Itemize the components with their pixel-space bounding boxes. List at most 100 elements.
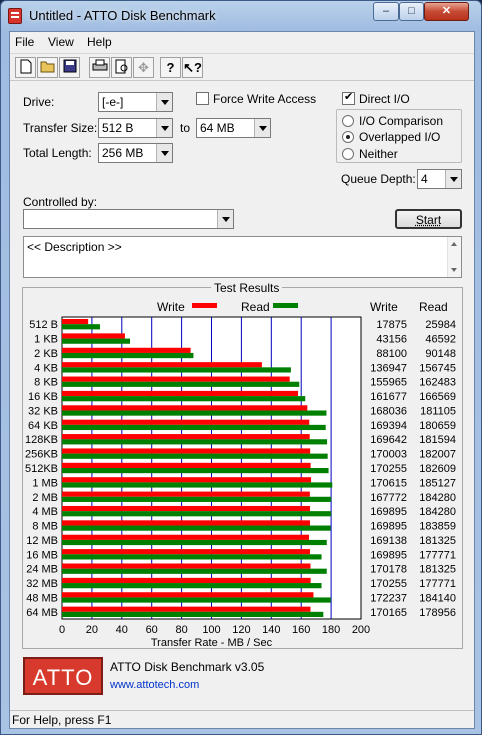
write-bar: [62, 319, 89, 325]
write-bar: [62, 362, 262, 368]
read-value: 184140: [419, 592, 456, 604]
read-bar: [62, 338, 131, 344]
write-bar: [62, 577, 311, 584]
category-label: 4 MB: [32, 506, 58, 518]
read-value: 181594: [419, 434, 456, 446]
x-tick-label: 200: [352, 624, 370, 636]
write-bar: [62, 606, 311, 612]
write-bar: [62, 592, 314, 598]
app-icon: [8, 8, 22, 24]
write-bar: [62, 520, 311, 526]
category-label: 24 MB: [26, 564, 58, 576]
app-window: Untitled - ATTO Disk Benchmark – □ ✕ Fil…: [0, 0, 482, 735]
read-value: 156745: [419, 362, 456, 374]
write-bar: [62, 534, 309, 540]
write-bar: [62, 477, 312, 483]
category-label: 32 KB: [28, 405, 58, 417]
write-value: 169394: [370, 420, 407, 432]
read-bar: [62, 511, 332, 517]
read-bar: [62, 410, 327, 416]
status-text: For Help, press F1: [12, 713, 112, 727]
read-value: 181325: [419, 535, 456, 547]
status-bar: For Help, press F1: [10, 710, 474, 729]
write-bar: [62, 390, 299, 397]
write-value: 170178: [370, 564, 407, 576]
read-value: 182609: [419, 463, 456, 475]
category-label: 1 MB: [32, 477, 58, 489]
write-value: 43156: [376, 334, 407, 346]
close-button[interactable]: ✕: [424, 2, 469, 21]
write-value: 167772: [370, 492, 407, 504]
read-value: 25984: [425, 319, 456, 331]
read-value: 180659: [419, 420, 456, 432]
read-value: 181325: [419, 564, 456, 576]
category-label: 4 KB: [34, 362, 58, 374]
read-bar: [62, 367, 291, 373]
category-label: 1 KB: [34, 334, 58, 346]
category-label: 256KB: [25, 449, 58, 461]
write-bar: [62, 563, 311, 569]
client-area: File View Help ✥ ? ↖? Drive: [-e-] Force…: [9, 31, 475, 729]
x-axis-label: Transfer Rate - MB / Sec: [151, 637, 273, 649]
write-bar: [62, 462, 311, 468]
x-tick-label: 0: [59, 624, 65, 636]
read-bar: [62, 554, 322, 560]
write-value: 170615: [370, 477, 407, 489]
read-bar: [62, 482, 333, 488]
write-bar: [62, 505, 311, 512]
x-tick-label: 140: [262, 624, 280, 636]
category-label: 128KB: [25, 434, 58, 446]
write-bar: [62, 434, 310, 440]
write-value: 161677: [370, 391, 407, 403]
read-value: 185127: [419, 477, 456, 489]
minimize-button[interactable]: –: [373, 2, 399, 21]
write-value: 17875: [376, 319, 407, 331]
read-bar: [62, 539, 327, 546]
read-value: 177771: [419, 578, 456, 590]
write-value: 169895: [370, 506, 407, 518]
write-value: 88100: [376, 348, 407, 360]
read-bar: [62, 525, 331, 531]
write-value: 170165: [370, 607, 407, 619]
write-bar: [62, 347, 191, 353]
write-value: 155965: [370, 377, 407, 389]
x-tick-label: 160: [292, 624, 310, 636]
write-value: 170255: [370, 463, 407, 475]
maximize-button[interactable]: □: [399, 2, 424, 21]
title-bar[interactable]: Untitled - ATTO Disk Benchmark – □ ✕: [1, 1, 481, 31]
read-bar: [62, 424, 326, 431]
product-version: ATTO Disk Benchmark v3.05: [110, 660, 265, 674]
read-bar: [62, 568, 327, 574]
category-label: 8 KB: [34, 377, 58, 389]
read-bar: [62, 324, 100, 330]
read-bar: [62, 396, 306, 402]
write-bar: [62, 405, 308, 411]
category-label: 64 KB: [28, 420, 58, 432]
read-value: 46592: [425, 334, 456, 346]
read-bar: [62, 453, 328, 459]
x-tick-label: 40: [116, 624, 128, 636]
x-tick-label: 80: [175, 624, 187, 636]
x-tick-label: 60: [146, 624, 158, 636]
write-bar: [62, 376, 290, 382]
read-bar: [62, 496, 332, 502]
read-value: 184280: [419, 506, 456, 518]
category-label: 48 MB: [26, 592, 58, 604]
write-bar: [62, 419, 310, 425]
atto-logo-text: ATTO: [32, 665, 94, 690]
read-bar: [62, 611, 324, 617]
write-value: 169138: [370, 535, 407, 547]
website-link[interactable]: www.attotech.com: [110, 679, 199, 691]
read-bar: [62, 439, 328, 445]
read-bar: [62, 583, 322, 589]
category-label: 8 MB: [32, 521, 58, 533]
read-value: 90148: [425, 348, 456, 360]
category-label: 32 MB: [26, 578, 58, 590]
category-label: 64 MB: [26, 607, 58, 619]
atto-logo: ATTO: [23, 657, 103, 695]
x-tick-label: 20: [86, 624, 98, 636]
read-bar: [62, 381, 300, 387]
write-value: 169895: [370, 521, 407, 533]
write-value: 169642: [370, 434, 407, 446]
write-value: 170255: [370, 578, 407, 590]
